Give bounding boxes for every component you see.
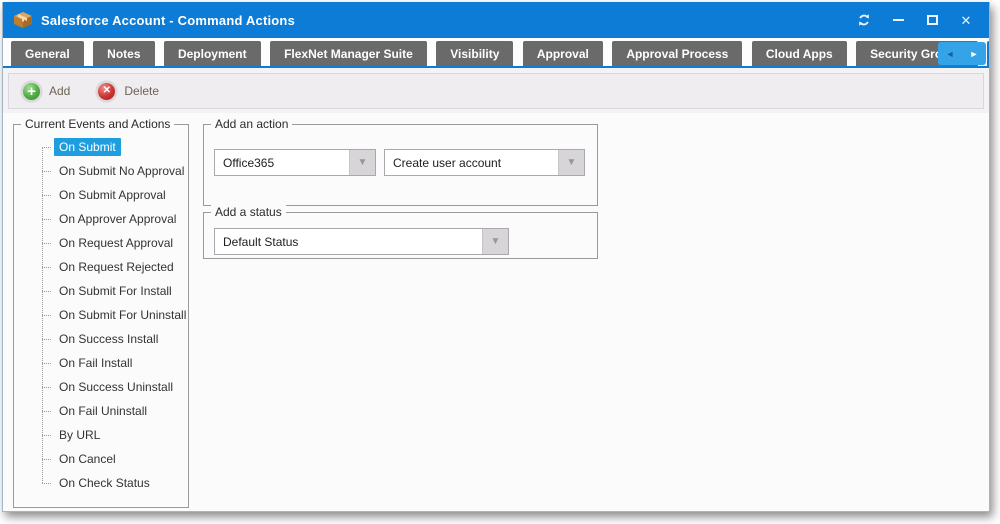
action-dropdown-value: Create user account	[385, 150, 558, 175]
close-button[interactable]: ✕	[953, 8, 979, 32]
dialog-window: Salesforce Account - Command Actions ✕ G…	[2, 2, 990, 512]
maximize-icon	[927, 15, 938, 25]
tab-scroll-right-icon[interactable]: ►	[970, 49, 979, 59]
tree-item-on-submit-for-uninstall[interactable]: On Submit For Uninstall	[14, 303, 188, 327]
tab-general[interactable]: General	[11, 41, 84, 66]
tab-approval[interactable]: Approval	[523, 41, 603, 66]
close-icon: ✕	[961, 14, 972, 27]
add-button[interactable]: + Add	[21, 81, 70, 102]
tree-item-on-check-status[interactable]: On Check Status	[14, 471, 188, 495]
refresh-icon	[857, 13, 871, 27]
refresh-button[interactable]	[851, 8, 877, 32]
tab-approval-process[interactable]: Approval Process	[612, 41, 742, 66]
tab-actions[interactable]: Actions	[987, 41, 989, 66]
tree-item-on-fail-uninstall[interactable]: On Fail Uninstall	[14, 399, 188, 423]
minimize-icon	[893, 19, 904, 21]
add-icon: +	[21, 81, 42, 102]
events-groupbox-title: Current Events and Actions	[21, 117, 174, 131]
content-area: Current Events and Actions On Submit On …	[3, 113, 989, 511]
tree-item-on-success-uninstall[interactable]: On Success Uninstall	[14, 375, 188, 399]
action-dropdown[interactable]: Create user account ▼	[384, 149, 585, 176]
add-button-label: Add	[49, 84, 70, 98]
add-action-groupbox-title: Add an action	[211, 117, 292, 131]
tab-visibility[interactable]: Visibility	[436, 41, 513, 66]
window-title: Salesforce Account - Command Actions	[41, 13, 295, 28]
tree-item-on-approver-approval[interactable]: On Approver Approval	[14, 207, 188, 231]
minimize-button[interactable]	[885, 8, 911, 32]
chevron-down-icon[interactable]: ▼	[482, 229, 508, 254]
tab-notes[interactable]: Notes	[93, 41, 154, 66]
events-groupbox: Current Events and Actions On Submit On …	[13, 124, 189, 508]
tree-item-on-submit-no-approval[interactable]: On Submit No Approval	[14, 159, 188, 183]
add-status-groupbox: Add a status Default Status ▼	[203, 212, 598, 259]
package-icon	[13, 11, 33, 29]
events-tree: On Submit On Submit No Approval On Submi…	[14, 135, 188, 495]
tab-scroller: ◄ ►	[938, 42, 986, 65]
tab-strip: General Notes Deployment FlexNet Manager…	[3, 38, 989, 68]
tab-flexnet-manager-suite[interactable]: FlexNet Manager Suite	[270, 41, 427, 66]
add-action-groupbox: Add an action Office365 ▼ Create user ac…	[203, 124, 598, 206]
tab-deployment[interactable]: Deployment	[164, 41, 261, 66]
toolbar: + Add ✕ Delete	[8, 73, 984, 109]
connector-dropdown-value: Office365	[215, 150, 349, 175]
connector-dropdown[interactable]: Office365 ▼	[214, 149, 376, 176]
add-status-groupbox-title: Add a status	[211, 205, 286, 219]
delete-button[interactable]: ✕ Delete	[96, 81, 159, 102]
tab-scroll-left-icon[interactable]: ◄	[946, 49, 955, 59]
status-dropdown[interactable]: Default Status ▼	[214, 228, 509, 255]
delete-icon: ✕	[96, 81, 117, 102]
tree-item-on-submit-approval[interactable]: On Submit Approval	[14, 183, 188, 207]
delete-button-label: Delete	[124, 84, 159, 98]
chevron-down-icon[interactable]: ▼	[349, 150, 375, 175]
toolbar-container: + Add ✕ Delete	[3, 68, 989, 113]
tab-cloud-apps[interactable]: Cloud Apps	[752, 41, 847, 66]
tree-item-on-success-install[interactable]: On Success Install	[14, 327, 188, 351]
tree-item-on-submit-for-install[interactable]: On Submit For Install	[14, 279, 188, 303]
tree-item-on-submit[interactable]: On Submit	[14, 135, 188, 159]
tree-item-by-url[interactable]: By URL	[14, 423, 188, 447]
maximize-button[interactable]	[919, 8, 945, 32]
tree-item-on-fail-install[interactable]: On Fail Install	[14, 351, 188, 375]
tree-item-on-request-rejected[interactable]: On Request Rejected	[14, 255, 188, 279]
tree-item-on-request-approval[interactable]: On Request Approval	[14, 231, 188, 255]
chevron-down-icon[interactable]: ▼	[558, 150, 584, 175]
tree-item-on-cancel[interactable]: On Cancel	[14, 447, 188, 471]
title-bar: Salesforce Account - Command Actions ✕	[3, 2, 989, 38]
status-dropdown-value: Default Status	[215, 229, 482, 254]
window-controls: ✕	[851, 8, 979, 32]
